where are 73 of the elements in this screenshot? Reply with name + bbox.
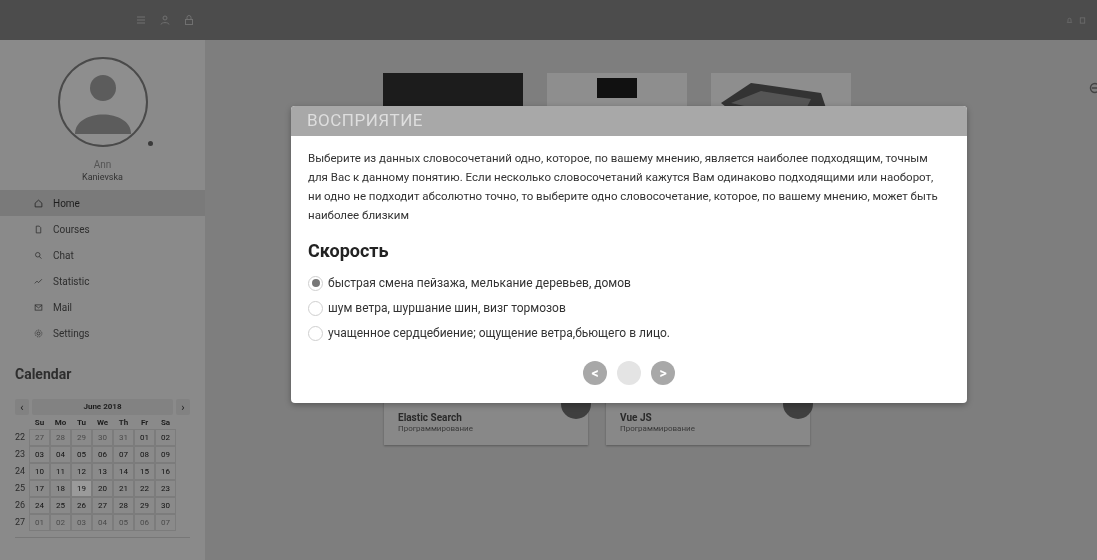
month-label[interactable]: June 2018 [32, 399, 173, 415]
lock-icon[interactable] [183, 14, 195, 26]
week-number: 24 [15, 465, 27, 478]
day-cell[interactable]: 12 [71, 463, 92, 480]
prev-month-button[interactable]: ‹ [15, 399, 29, 415]
course-subtitle: Программирование [398, 424, 474, 434]
user-icon[interactable] [159, 14, 171, 26]
weekday-label: Th [117, 417, 130, 429]
day-cell[interactable]: 29 [134, 497, 155, 514]
day-cell[interactable]: 08 [134, 446, 155, 463]
calendar-title: Calendar [14, 365, 73, 384]
day-cell[interactable]: 25 [50, 497, 71, 514]
nav-item[interactable]: Statistic [0, 268, 205, 294]
nav-item[interactable]: Chat [0, 242, 205, 268]
day-cell[interactable]: 28 [113, 497, 134, 514]
day-cell[interactable]: 18 [50, 480, 71, 497]
course-subtitle: Программирование [620, 424, 696, 434]
day-cell[interactable]: 30 [155, 497, 176, 514]
day-cell[interactable]: 11 [50, 463, 71, 480]
weekday-label: Su [33, 417, 46, 429]
option-label: учащенное сердцебиение; ощущение ветра,бьющего в лицо. [328, 325, 670, 342]
day-cell[interactable]: 06 [92, 446, 113, 463]
weekday-label: Mo [53, 417, 68, 429]
day-cell[interactable]: 13 [92, 463, 113, 480]
chart-icon [34, 276, 43, 286]
nav-item[interactable]: Settings [0, 320, 205, 346]
day-cell[interactable]: 04 [50, 446, 71, 463]
day-cell[interactable]: 23 [155, 480, 176, 497]
day-cell[interactable]: 09 [155, 446, 176, 463]
weekday-label: Sa [159, 417, 172, 429]
mail-icon [34, 302, 43, 312]
day-cell[interactable]: 19 [71, 480, 92, 497]
day-cell[interactable]: 22 [134, 480, 155, 497]
week-number: 22 [15, 431, 27, 444]
day-cell[interactable]: 26 [71, 497, 92, 514]
nav-item[interactable]: Mail [0, 294, 205, 320]
nav-item[interactable]: Home [0, 190, 205, 216]
day-cell[interactable]: 01 [134, 429, 155, 446]
next-month-button[interactable]: › [176, 399, 190, 415]
week-number: 25 [15, 482, 27, 495]
week-number: 26 [15, 499, 27, 512]
file-icon [34, 224, 43, 234]
instructions-text: Выберите из данных словосочетаний одно, которое, по вашему мнению, является наиболее подходящим, точным для Вас к данному понятию. Если несколько словосочетаний кажутся Вам одинаково подходящими или наоборот, ни одно не подходит абсолютно точно, то выберите одно словосочетание, которое, по вашему мнению, может быть наиболее близким [308, 150, 939, 224]
logout-icon[interactable] [1089, 82, 1097, 94]
weekday-label: Fr [139, 417, 150, 429]
day-cell[interactable]: 21 [113, 480, 134, 497]
home-icon [34, 198, 43, 208]
weekday-label: Tu [75, 417, 88, 429]
day-cell[interactable]: 15 [134, 463, 155, 480]
gear-icon [34, 328, 43, 338]
page-indicator [617, 361, 641, 385]
day-cell[interactable]: 05 [71, 446, 92, 463]
option-label: быстрая смена пейзажа, мелькание деревьев, домов [328, 275, 631, 292]
window-icon[interactable] [1078, 15, 1087, 25]
day-cell[interactable]: 02 [155, 429, 176, 446]
day-cell[interactable]: 14 [113, 463, 134, 480]
day-cell[interactable]: 07 [113, 446, 134, 463]
day-cell[interactable]: 10 [29, 463, 50, 480]
option-label: шум ветра, шуршание шин, визг тормозов [328, 300, 566, 317]
day-cell[interactable]: 24 [29, 497, 50, 514]
day-cell[interactable]: 03 [29, 446, 50, 463]
course-title: Elastic Search [398, 412, 463, 424]
course-title: Vue JS [620, 412, 653, 424]
day-cell[interactable]: 16 [155, 463, 176, 480]
week-number: 23 [15, 448, 27, 461]
user-last-name: Kanievska [82, 171, 123, 183]
nav-item[interactable]: Courses [0, 216, 205, 242]
question-title: Скорость [308, 239, 390, 263]
week-number: 27 [15, 516, 27, 529]
weekday-label: We [95, 417, 110, 429]
day-cell[interactable]: 17 [29, 480, 50, 497]
day-cell[interactable]: 27 [92, 497, 113, 514]
day-cell[interactable]: 20 [92, 480, 113, 497]
